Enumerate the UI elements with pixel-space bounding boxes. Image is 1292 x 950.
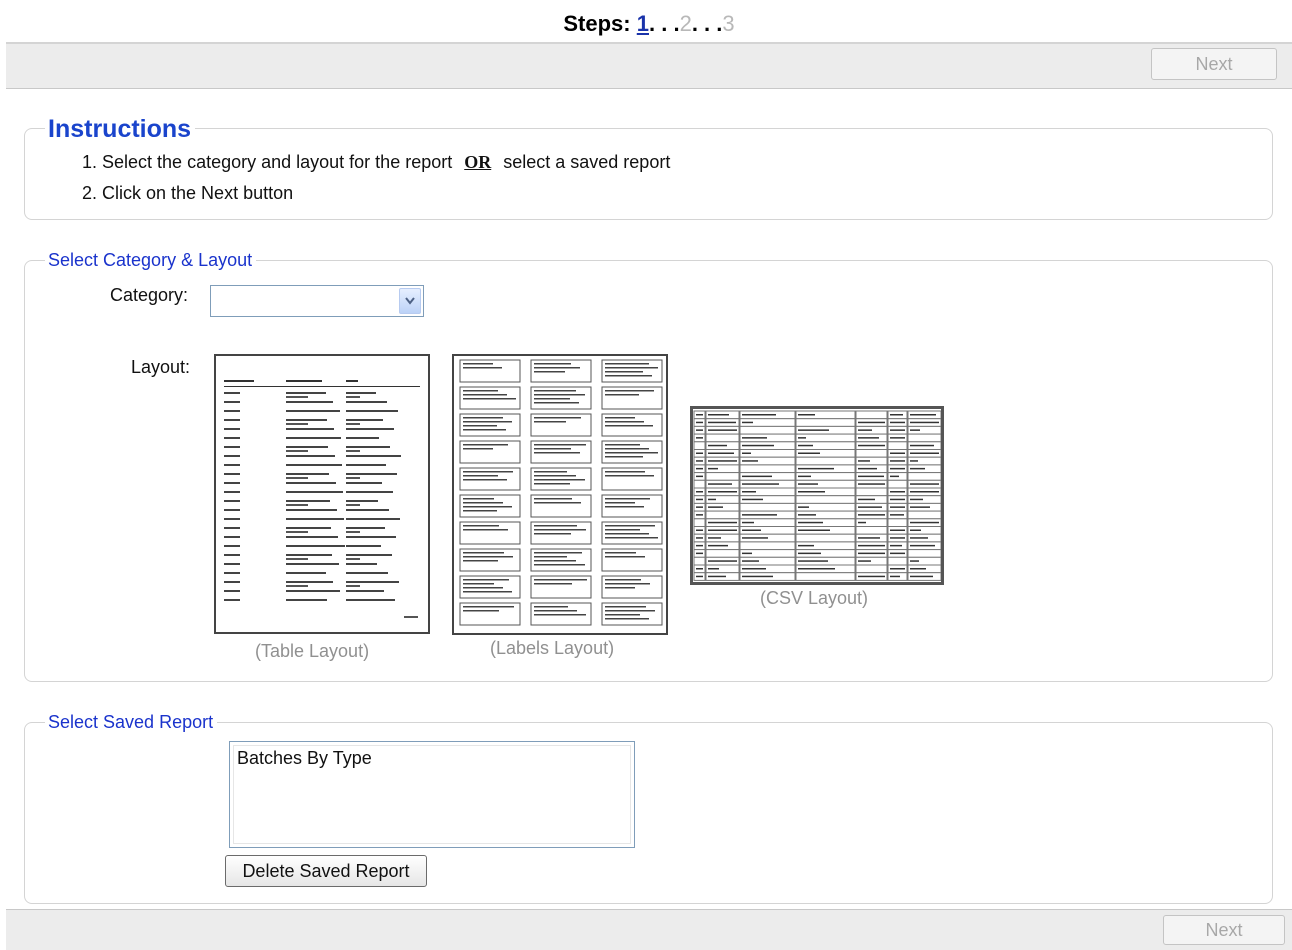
instruction-line-2: 2. Click on the Next button — [82, 183, 294, 203]
csv-layout-caption: (CSV Layout) — [760, 588, 869, 608]
steps-indicator: Steps: 1. . .2. . .3 — [6, 0, 1292, 44]
step-separator: . . . — [691, 11, 723, 36]
labels-layout-thumbnail[interactable] — [452, 354, 668, 635]
saved-report-panel — [24, 722, 1273, 904]
table-layout-caption: (Table Layout) — [255, 641, 370, 661]
or-label: OR — [464, 152, 492, 172]
saved-report-legend: Select Saved Report — [45, 712, 218, 733]
labels-layout-preview-icon — [459, 359, 663, 626]
category-select[interactable] — [210, 285, 424, 317]
step-3-label: 3 — [722, 11, 735, 36]
layout-label: Layout: — [131, 357, 191, 377]
table-layout-preview-icon — [224, 380, 420, 618]
csv-layout-thumbnail[interactable] — [690, 406, 944, 585]
category-layout-legend: Select Category & Layout — [45, 250, 257, 271]
category-label: Category: — [110, 285, 189, 305]
instructions-panel — [24, 128, 1273, 220]
next-button-bottom[interactable]: Next — [1163, 915, 1285, 945]
bottom-toolbar: Next — [6, 909, 1292, 950]
chevron-down-icon[interactable] — [399, 288, 421, 314]
table-layout-thumbnail[interactable] — [214, 354, 430, 634]
top-toolbar: Next — [6, 44, 1292, 89]
step-1-link[interactable]: 1 — [637, 11, 649, 36]
instruction-line-1: 1. Select the category and layout for th… — [82, 152, 670, 173]
delete-saved-report-button[interactable]: Delete Saved Report — [225, 855, 427, 887]
csv-layout-preview-icon — [693, 410, 941, 581]
instruction-line-1-text: 1. Select the category and layout for th… — [82, 152, 453, 172]
saved-report-list[interactable]: Batches By Type — [229, 741, 635, 848]
next-button-top[interactable]: Next — [1151, 48, 1277, 80]
steps-prefix: Steps: — [563, 11, 631, 36]
instructions-title: Instructions — [45, 115, 196, 144]
step-2-label: 2 — [679, 11, 692, 36]
labels-layout-caption: (Labels Layout) — [490, 638, 615, 658]
list-item[interactable]: Batches By Type — [237, 748, 372, 769]
step-separator: . . . — [649, 11, 680, 36]
instruction-line-1-suffix: select a saved report — [503, 152, 671, 172]
